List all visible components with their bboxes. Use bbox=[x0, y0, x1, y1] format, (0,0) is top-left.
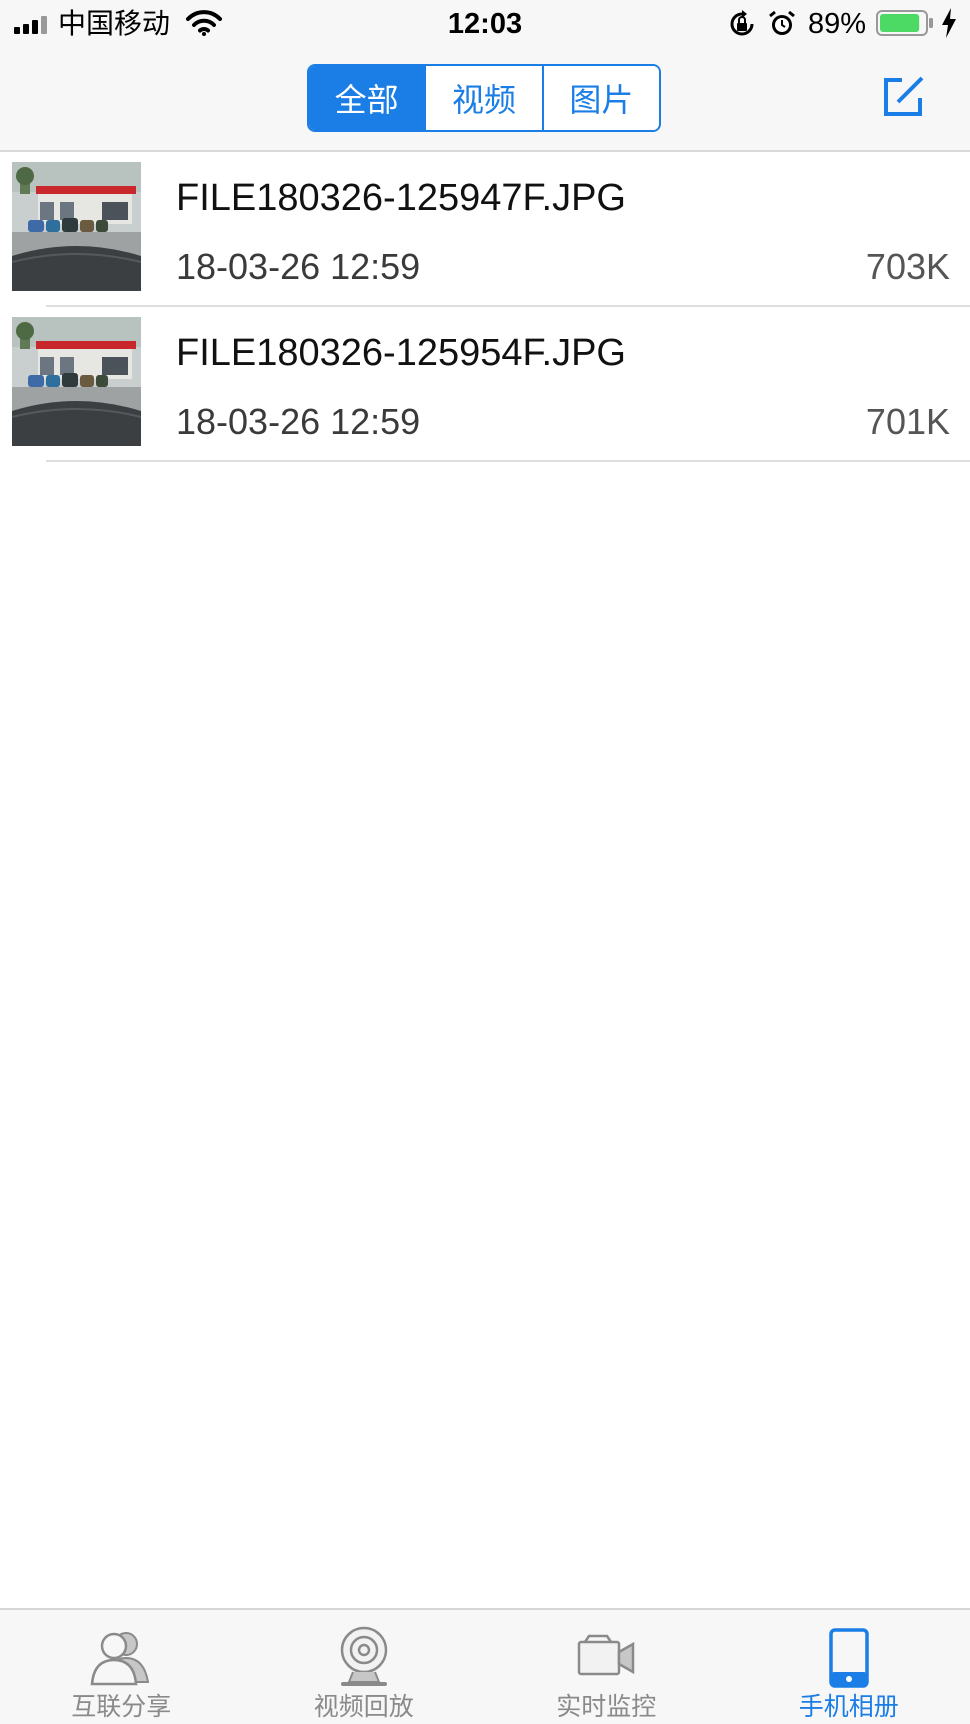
charging-icon bbox=[942, 8, 956, 38]
rotation-lock-icon bbox=[730, 10, 754, 36]
status-bar: 中国移动 12:03 89% bbox=[0, 0, 970, 48]
tab-share[interactable]: 互联分享 bbox=[0, 1610, 243, 1724]
file-name: FILE180326-125947F.JPG bbox=[176, 177, 626, 219]
tab-label: 互联分享 bbox=[71, 1693, 172, 1721]
nav-bar: 全部 视频 图片 bbox=[0, 48, 970, 152]
tab-label: 手机相册 bbox=[798, 1693, 899, 1721]
row-divider bbox=[46, 460, 970, 462]
segment-video[interactable]: 视频 bbox=[424, 66, 542, 130]
file-date: 18-03-26 12:59 bbox=[176, 246, 421, 287]
file-thumbnail bbox=[12, 317, 141, 446]
segment-all[interactable]: 全部 bbox=[309, 66, 425, 130]
tab-phone-album[interactable]: 手机相册 bbox=[728, 1610, 970, 1724]
webcam-icon bbox=[340, 1626, 387, 1686]
file-row[interactable]: FILE180326-125947F.JPG 18-03-26 12:59 70… bbox=[0, 152, 970, 307]
tab-live-monitor[interactable]: 实时监控 bbox=[485, 1610, 728, 1724]
tab-label: 实时监控 bbox=[556, 1693, 657, 1721]
tab-label: 视频回放 bbox=[313, 1693, 414, 1721]
filter-segmented-control: 全部 视频 图片 bbox=[307, 64, 661, 132]
file-date: 18-03-26 12:59 bbox=[176, 401, 421, 442]
file-row[interactable]: FILE180326-125954F.JPG 18-03-26 12:59 70… bbox=[0, 307, 970, 462]
edit-icon[interactable] bbox=[882, 74, 926, 118]
alarm-icon bbox=[769, 10, 795, 35]
tab-playback[interactable]: 视频回放 bbox=[243, 1610, 486, 1724]
battery-icon bbox=[876, 10, 933, 36]
users-icon bbox=[90, 1632, 150, 1686]
file-size: 701K bbox=[865, 401, 950, 442]
phone-icon bbox=[829, 1628, 869, 1688]
file-size: 703K bbox=[865, 246, 950, 287]
file-list: FILE180326-125947F.JPG 18-03-26 12:59 70… bbox=[0, 152, 970, 462]
video-camera-icon bbox=[578, 1634, 635, 1676]
file-name: FILE180326-125954F.JPG bbox=[176, 332, 626, 374]
app-screen: 中国移动 12:03 89% 全部 视频 图片 FILE180326-12594… bbox=[0, 0, 970, 1724]
file-thumbnail bbox=[12, 162, 141, 291]
segment-image[interactable]: 图片 bbox=[541, 66, 659, 130]
tab-bar: 互联分享 视频回放 实时监控 手机相册 bbox=[0, 1608, 970, 1724]
battery-percent: 89% bbox=[808, 8, 867, 40]
